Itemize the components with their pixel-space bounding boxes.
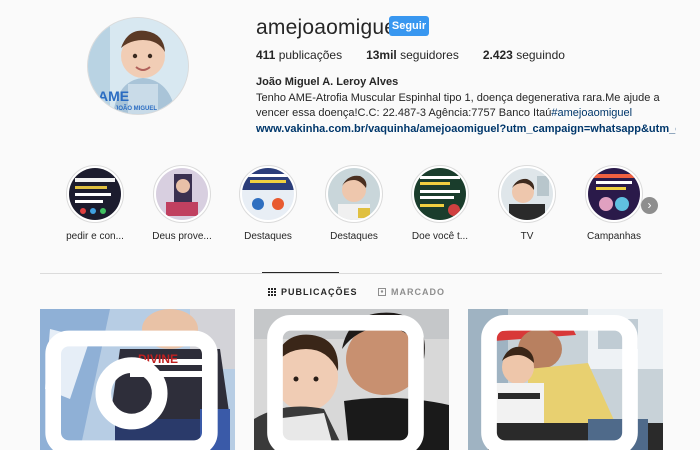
follow-button[interactable]: Seguir [389,16,429,36]
tab-tagged[interactable]: MARCADO [378,287,445,297]
profile-full-name: João Miguel A. Leroy Alves [256,76,399,88]
bio-text-block: Tenho AME-Atrofia Muscular Espinhal tipo… [256,91,676,122]
post-thumbnail[interactable] [254,309,449,450]
story-highlights: pedir e con... Deus prove... Destaques D… [60,165,670,245]
profile-username: amejoaomiguel [256,16,402,39]
highlight-item[interactable]: Destaques [314,165,394,242]
post-thumbnail[interactable] [468,309,663,450]
highlights-next-arrow-icon[interactable]: › [641,197,658,214]
highlight-label: pedir e con... [66,231,124,242]
following-count[interactable]: 2.423 seguindo [483,48,565,62]
followers-count[interactable]: 13mil seguidores [366,48,459,62]
highlight-item[interactable]: TV [487,165,567,242]
tab-posts-label: PUBLICAÇÕES [281,287,358,297]
highlight-item[interactable]: Doe você t... [400,165,480,242]
highlight-label: Doe você t... [411,231,469,242]
highlight-item[interactable]: Destaques [228,165,308,242]
tagged-icon [378,288,386,296]
grid-icon [268,288,276,296]
bio-hashtag[interactable]: #amejoaomiguel [551,107,632,119]
highlight-label: Deus prove... [152,231,212,242]
profile-website-link[interactable]: www.vakinha.com.br/vaquinha/amejoaomigue… [256,122,676,138]
highlight-item[interactable]: Deus prove... [142,165,222,242]
highlight-label: Campanhas [587,231,641,242]
post-thumbnail[interactable]: DIVINE [40,309,235,450]
highlight-label: Destaques [244,231,292,242]
tab-tagged-label: MARCADO [391,287,445,297]
carousel-icon [267,315,424,450]
profile-avatar[interactable]: AME JOÃO MIGUEL [87,17,189,115]
avatar-logo-subtext: JOÃO MIGUEL [115,105,157,112]
highlight-cover [242,168,294,220]
active-tab-indicator [262,272,339,273]
avatar-logo-text: AME [98,88,129,104]
carousel-icon [481,315,638,450]
highlight-cover [156,168,208,220]
highlight-label: Destaques [330,231,378,242]
highlight-cover [328,168,380,220]
video-icon [45,330,218,450]
profile-stats: 411 publicações 13mil seguidores 2.423 s… [256,48,589,62]
highlight-label: TV [520,231,534,242]
highlight-cover [588,168,640,220]
profile-bio: João Miguel A. Leroy Alves Tenho AME-Atr… [256,75,676,137]
highlight-cover [501,168,553,220]
posts-count: 411 publicações [256,48,343,62]
tabs-divider [40,273,662,274]
highlight-cover [414,168,466,220]
highlight-cover [69,168,121,220]
tab-posts[interactable]: PUBLICAÇÕES [268,287,358,297]
avatar-photo: AME JOÃO MIGUEL [88,18,188,114]
highlight-item[interactable]: pedir e con... [55,165,135,242]
